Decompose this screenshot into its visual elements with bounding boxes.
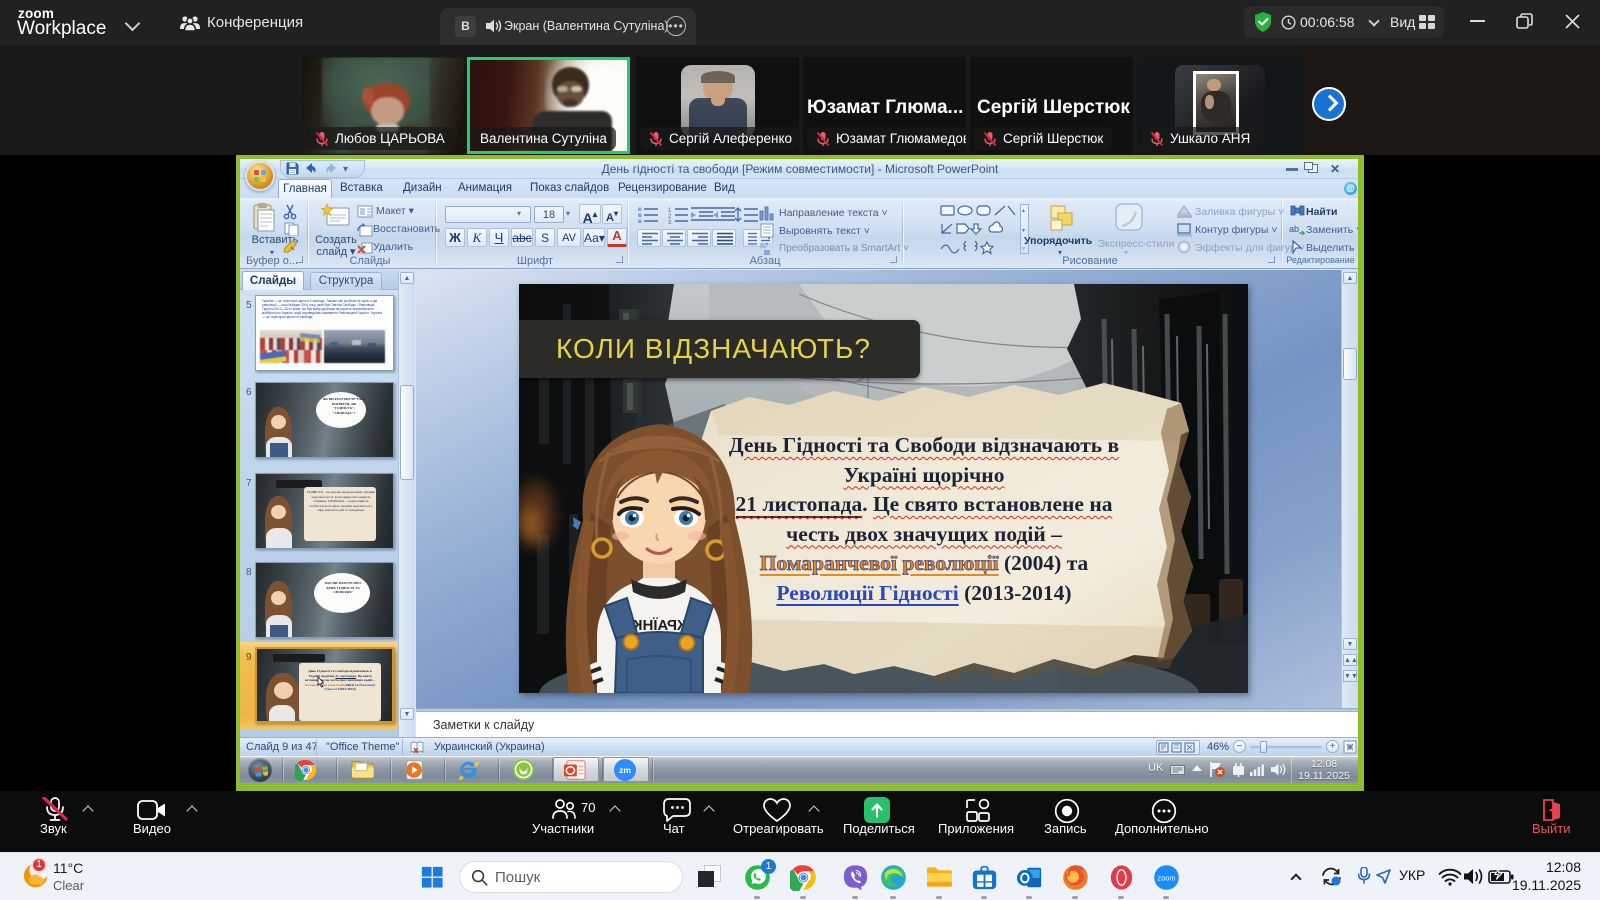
svg-text:3: 3 xyxy=(668,220,672,224)
svg-text:zoom: zoom xyxy=(1157,873,1175,882)
svg-text:ab: ab xyxy=(1289,224,1299,234)
